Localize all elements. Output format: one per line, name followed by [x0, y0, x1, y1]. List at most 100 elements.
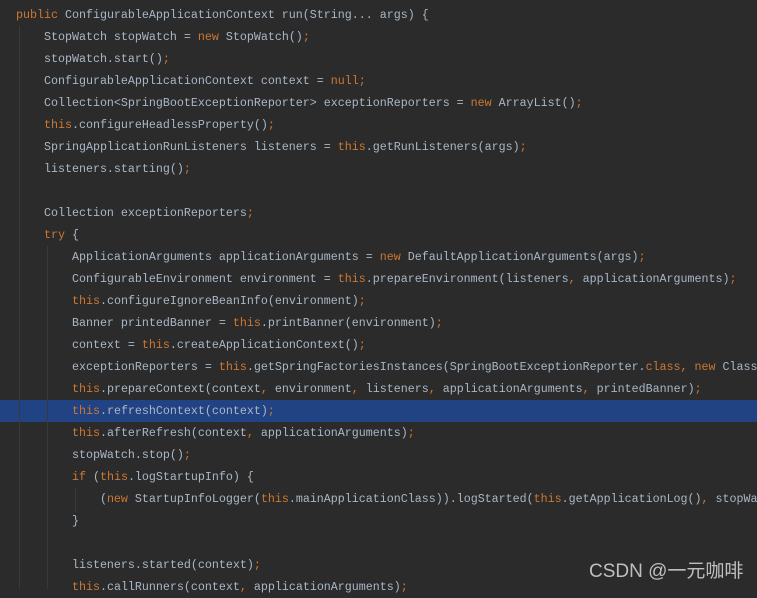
code-line[interactable]: ConfigurableEnvironment environment = th… [0, 268, 757, 290]
code-keyword: new [379, 250, 408, 264]
code-text: printedBanner) [596, 382, 695, 396]
code-keyword: ; [435, 316, 443, 330]
code-editor[interactable]: public ConfigurableApplicationContext ru… [0, 4, 757, 598]
code-text: DefaultApplicationArguments(args) [407, 250, 639, 264]
code-line[interactable]: ApplicationArguments applicationArgument… [0, 246, 757, 268]
code-text: ConfigurableApplicationContext run(Strin… [64, 8, 429, 22]
code-text: .createApplicationContext() [169, 338, 359, 352]
code-text: listeners.starting() [16, 162, 184, 176]
code-keyword: this [99, 470, 128, 484]
code-keyword: ; [694, 382, 702, 396]
code-keyword: this [533, 492, 562, 506]
code-keyword: this [232, 316, 261, 330]
code-keyword: new [197, 30, 226, 44]
code-line[interactable]: context = this.createApplicationContext(… [0, 334, 757, 356]
code-text: .getRunListeners(args) [365, 140, 520, 154]
code-text: stopWa [715, 492, 757, 506]
code-line[interactable]: this.configureHeadlessProperty(); [0, 114, 757, 136]
code-line[interactable]: this.prepareContext(context, environment… [0, 378, 757, 400]
code-keyword: ; [519, 140, 527, 154]
code-text: ApplicationArguments applicationArgument… [16, 250, 380, 264]
code-keyword: ; [267, 404, 275, 418]
code-keyword: public [16, 8, 65, 22]
code-line[interactable] [0, 532, 757, 554]
code-keyword: , [568, 272, 583, 286]
code-keyword: , [260, 382, 275, 396]
indent-guide [47, 246, 48, 589]
indent-guide [75, 488, 76, 512]
code-keyword: this [16, 404, 100, 418]
code-line[interactable]: public ConfigurableApplicationContext ru… [0, 4, 757, 26]
code-text: ArrayList() [498, 96, 576, 110]
code-keyword: ; [302, 30, 310, 44]
code-keyword: this [260, 492, 289, 506]
code-text: applicationArguments) [260, 426, 408, 440]
code-line[interactable]: Collection<SpringBootExceptionReporter> … [0, 92, 757, 114]
code-text: .getSpringFactoriesInstances(SpringBootE… [246, 360, 646, 374]
code-text: Banner printedBanner = [16, 316, 233, 330]
code-line[interactable] [0, 180, 757, 202]
code-keyword: ; [729, 272, 737, 286]
code-keyword: this [337, 272, 366, 286]
code-text: StopWatch stopWatch = [16, 30, 198, 44]
code-text: .refreshContext(context) [99, 404, 268, 418]
code-line[interactable]: exceptionReporters = this.getSpringFacto… [0, 356, 757, 378]
code-text: ConfigurableEnvironment environment = [16, 272, 338, 286]
code-keyword: , [246, 426, 261, 440]
code-line[interactable]: (new StartupInfoLogger(this.mainApplicat… [0, 488, 757, 510]
code-line[interactable]: this.afterRefresh(context, applicationAr… [0, 422, 757, 444]
code-text: SpringApplicationRunListeners listeners … [16, 140, 338, 154]
code-keyword: this [337, 140, 366, 154]
code-line-current[interactable]: this.refreshContext(context); [0, 400, 757, 422]
code-keyword: ; [638, 250, 646, 264]
code-text: listeners [365, 382, 429, 396]
code-text: environment [274, 382, 352, 396]
code-text: .prepareEnvironment(listeners [365, 272, 569, 286]
code-text: Collection exceptionReporters [16, 206, 247, 220]
code-line[interactable]: stopWatch.stop(); [0, 444, 757, 466]
code-keyword: this [218, 360, 247, 374]
code-line[interactable]: listeners.starting(); [0, 158, 757, 180]
code-keyword: class, new [645, 360, 723, 374]
code-text: .prepareContext(context [99, 382, 261, 396]
code-text: .printBanner(environment) [260, 316, 436, 330]
code-text: .logStartupInfo) { [127, 470, 254, 484]
code-line[interactable]: if (this.logStartupInfo) { [0, 466, 757, 488]
code-line[interactable]: ConfigurableApplicationContext context =… [0, 70, 757, 92]
code-keyword: try [16, 228, 72, 242]
code-text: { [71, 228, 79, 242]
code-keyword: this [141, 338, 170, 352]
code-line[interactable]: try { [0, 224, 757, 246]
code-keyword: ; [575, 96, 583, 110]
code-keyword: ; [267, 118, 275, 132]
code-keyword: , [239, 580, 254, 594]
code-line[interactable]: SpringApplicationRunListeners listeners … [0, 136, 757, 158]
code-text: .getApplicationLog() [561, 492, 702, 506]
code-text: .configureIgnoreBeanInfo(environment) [99, 294, 359, 308]
code-keyword: ; [407, 426, 415, 440]
code-keyword: this [16, 580, 100, 594]
code-text: context = [16, 338, 142, 352]
code-text: .mainApplicationClass)).logStarted( [288, 492, 534, 506]
code-keyword: this [16, 426, 100, 440]
code-keyword: new [106, 492, 135, 506]
code-text: ConfigurableApplicationContext context = [16, 74, 331, 88]
code-text: .callRunners(context [99, 580, 240, 594]
code-line[interactable]: StopWatch stopWatch = new StopWatch(); [0, 26, 757, 48]
code-keyword: ; [246, 206, 254, 220]
code-keyword: ; [358, 294, 366, 308]
code-text: stopWatch.start() [16, 52, 163, 66]
code-line[interactable]: this.configureIgnoreBeanInfo(environment… [0, 290, 757, 312]
code-line[interactable]: stopWatch.start(); [0, 48, 757, 70]
code-text: .afterRefresh(context [99, 426, 247, 440]
code-line[interactable]: Collection exceptionReporters; [0, 202, 757, 224]
code-line[interactable]: Banner printedBanner = this.printBanner(… [0, 312, 757, 334]
indent-guide [19, 26, 20, 589]
code-line[interactable]: } [0, 510, 757, 532]
code-text: Class [722, 360, 757, 374]
code-text: ( [92, 470, 100, 484]
code-text: .configureHeadlessProperty() [71, 118, 268, 132]
code-text: Collection<SpringBootExceptionReporter> … [16, 96, 471, 110]
code-keyword: , [582, 382, 597, 396]
code-text: applicationArguments [442, 382, 583, 396]
